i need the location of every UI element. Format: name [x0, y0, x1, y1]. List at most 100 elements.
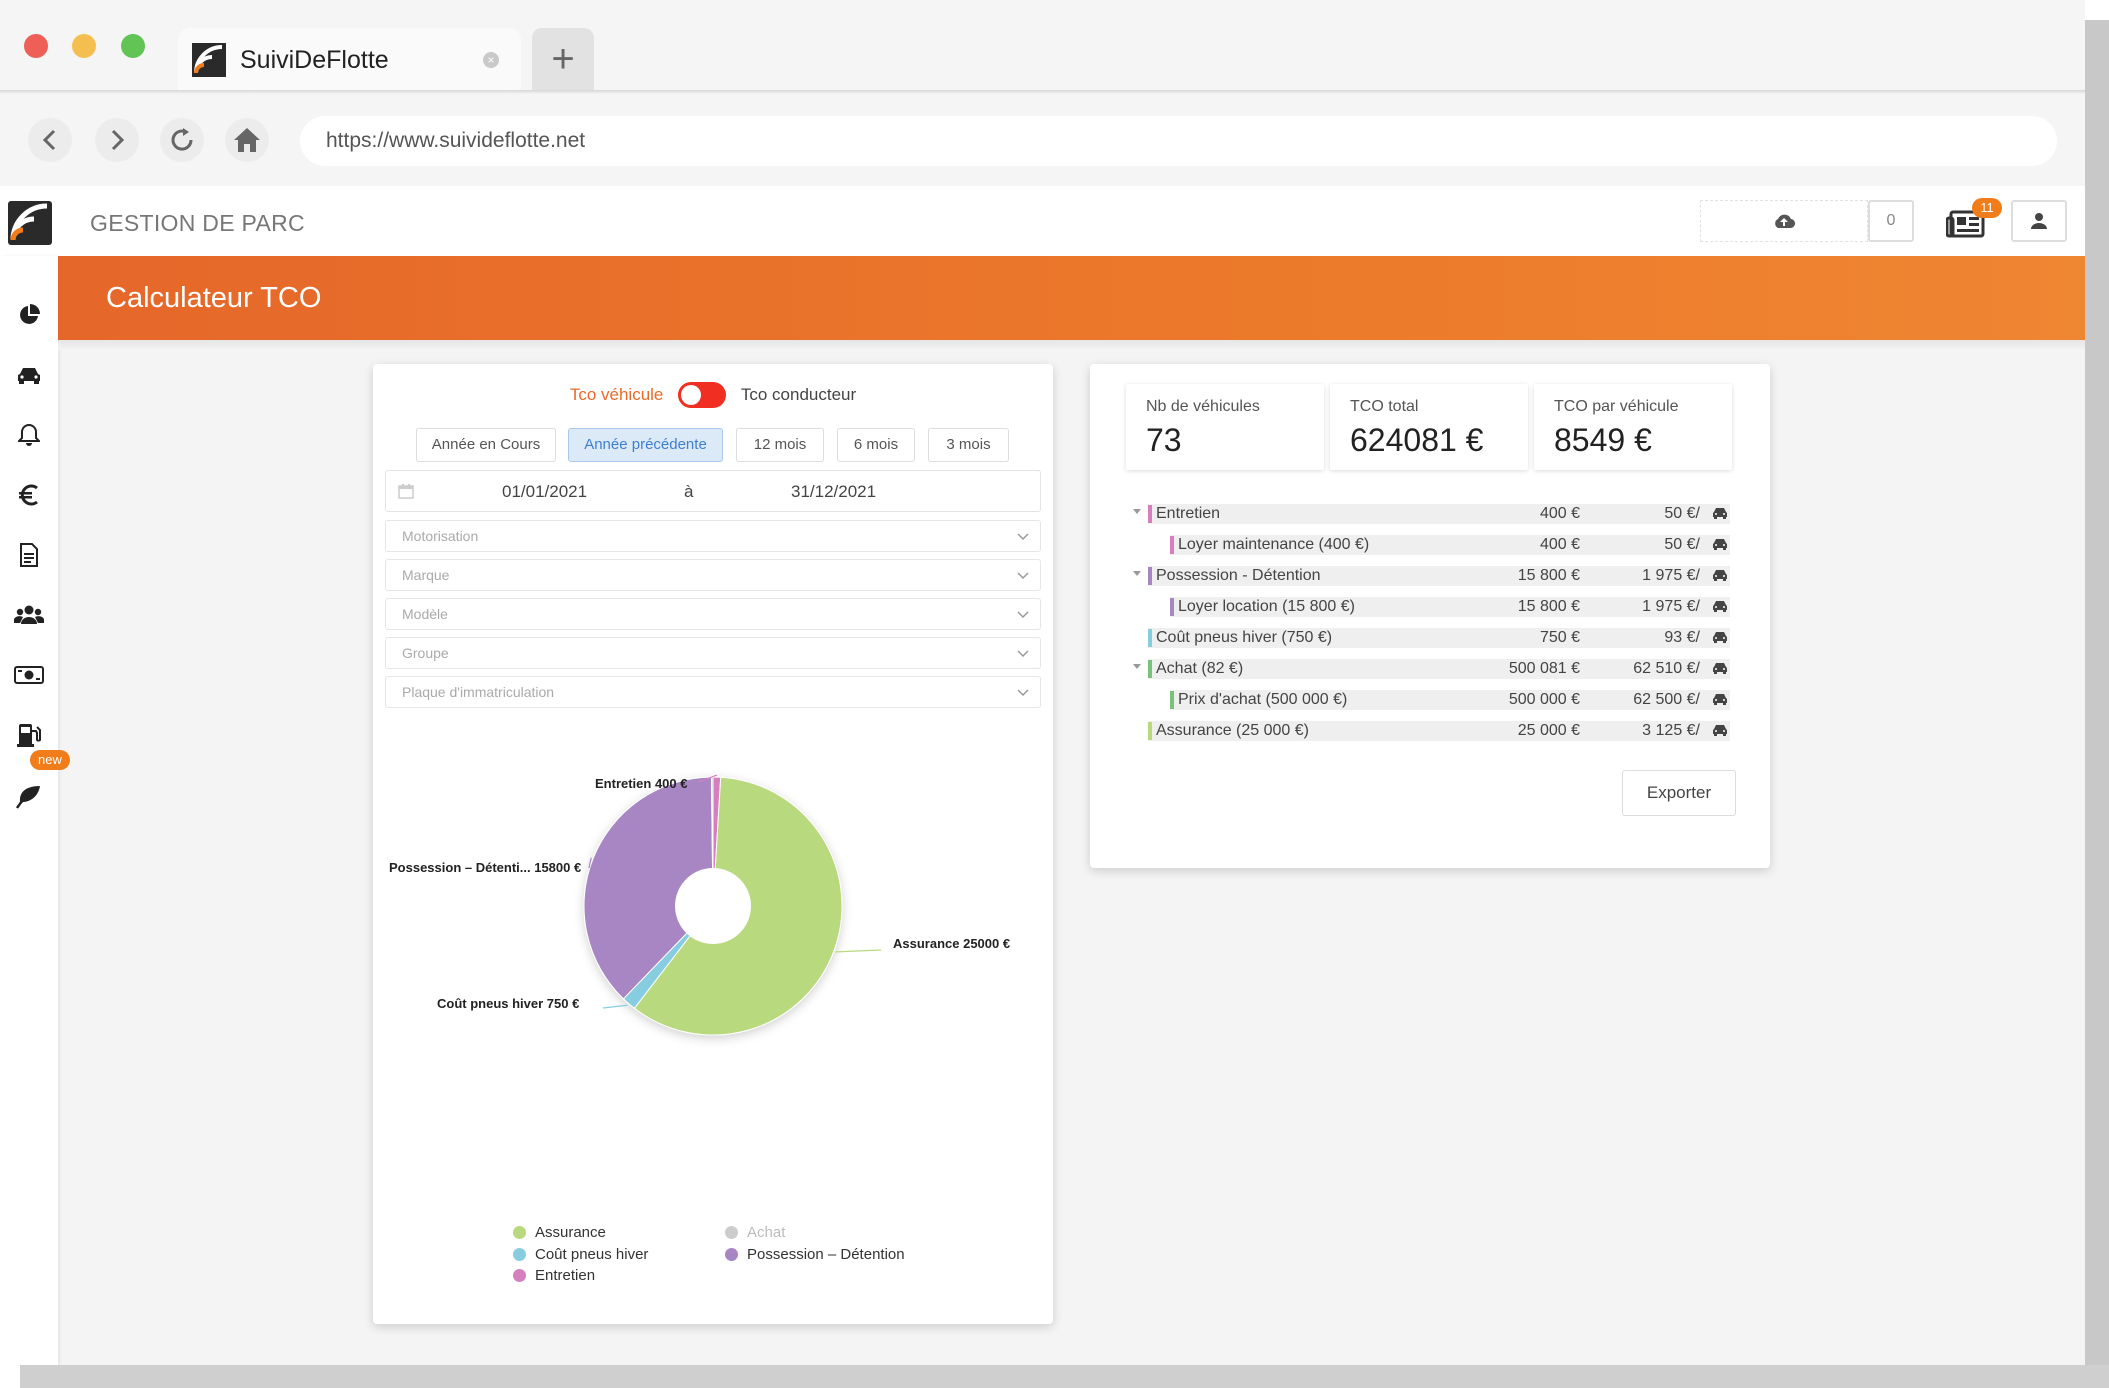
legend-label: Achat: [747, 1224, 786, 1241]
breakdown-row[interactable]: Entretien 400 € 50 €/: [1130, 498, 1730, 529]
kpi-vehicle-count: Nb de véhicules 73: [1126, 384, 1324, 470]
breakdown-label: Achat (82 €): [1156, 660, 1244, 677]
tco-mode-switch[interactable]: [678, 382, 727, 408]
plaque-select[interactable]: Plaque d'immatriculation: [385, 676, 1041, 708]
car-icon: [1713, 570, 1727, 581]
document-icon: [20, 543, 38, 567]
legend-item[interactable]: Achat: [725, 1224, 785, 1241]
browser-tab[interactable]: SuiviDeFlotte ×: [178, 28, 521, 92]
reload-button[interactable]: [160, 118, 204, 162]
forward-button[interactable]: [95, 118, 139, 162]
toggle-label-vehicle[interactable]: Tco véhicule: [570, 385, 664, 404]
legend-item[interactable]: Entretien: [513, 1267, 595, 1284]
car-icon: [1713, 694, 1727, 705]
caret-down-icon[interactable]: [1130, 566, 1144, 580]
period-12-months-button[interactable]: 12 mois: [736, 428, 824, 462]
date-to[interactable]: 31/12/2021: [791, 482, 876, 502]
cloud-upload-icon: [1775, 214, 1795, 229]
caret-down-icon[interactable]: [1130, 659, 1144, 673]
legend-dot: [725, 1226, 738, 1239]
address-bar[interactable]: https://www.suivideflotte.net: [300, 116, 2057, 166]
marque-select[interactable]: Marque: [385, 559, 1041, 591]
modele-select[interactable]: Modèle: [385, 598, 1041, 630]
breakdown-label: Entretien: [1156, 505, 1221, 522]
tco-mode-toggle: Tco véhicule Tco conducteur: [373, 382, 1053, 408]
toggle-label-driver[interactable]: Tco conducteur: [741, 385, 856, 404]
euro-icon: [19, 484, 38, 506]
breakdown-row[interactable]: Possession - Détention 15 800 € 1 975 €/: [1130, 560, 1730, 591]
app-logo-icon[interactable]: [8, 201, 52, 245]
home-button[interactable]: [225, 118, 269, 162]
marque-select-placeholder: Marque: [402, 567, 450, 583]
sidebar-item-eco[interactable]: [14, 782, 44, 812]
legend-item[interactable]: Coût pneus hiver: [513, 1246, 648, 1263]
user-menu-button[interactable]: [2011, 200, 2067, 242]
switch-knob: [681, 385, 702, 405]
period-6-months-button[interactable]: 6 mois: [837, 428, 915, 462]
sidebar-item-expenses[interactable]: [14, 660, 44, 690]
groupe-select[interactable]: Groupe: [385, 637, 1041, 669]
period-previous-year-button[interactable]: Année précédente: [568, 428, 723, 462]
page-banner: Calculateur TCO: [58, 256, 2085, 340]
breakdown-per-vehicle: 50 €/: [1664, 505, 1700, 522]
chevron-down-icon: [1017, 572, 1029, 580]
motorisation-select[interactable]: Motorisation: [385, 520, 1041, 552]
category-color-bar: [1148, 722, 1152, 740]
car-icon: [1713, 539, 1727, 550]
sidebar-item-dashboard[interactable]: [14, 300, 44, 330]
breakdown-label: Possession - Détention: [1156, 567, 1321, 584]
kpi-value: 624081 €: [1350, 422, 1484, 458]
tab-title: SuiviDeFlotte: [240, 45, 389, 74]
breakdown-total: 400 €: [1539, 536, 1580, 553]
groupe-select-placeholder: Groupe: [402, 645, 449, 661]
tab-close-icon[interactable]: ×: [483, 52, 499, 68]
browser-window: SuiviDeFlotte × + https://www.suivideflo…: [0, 0, 2085, 1365]
upload-count[interactable]: 0: [1868, 200, 1914, 242]
breakdown-per-vehicle: 3 125 €/: [1642, 722, 1700, 739]
breakdown-label: Coût pneus hiver (750 €): [1156, 629, 1333, 646]
sidebar-item-drivers[interactable]: [14, 600, 44, 630]
date-range-picker[interactable]: 01/01/2021 à 31/12/2021: [385, 470, 1041, 512]
date-separator: à: [684, 482, 694, 501]
breakdown-per-vehicle: 1 975 €/: [1642, 598, 1700, 615]
new-tab-button[interactable]: +: [532, 28, 594, 92]
window-shadow: [2085, 20, 2109, 1388]
breakdown-total: 15 800 €: [1517, 598, 1580, 615]
pie-center-hole: [675, 868, 751, 944]
tco-summary-card: Nb de véhicules 73 TCO total 624081 € TC…: [1090, 364, 1770, 868]
money-icon: [14, 666, 44, 684]
back-button[interactable]: [28, 118, 72, 162]
category-color-bar: [1170, 536, 1174, 554]
minimize-window-button[interactable]: [72, 34, 96, 58]
breakdown-total: 750 €: [1539, 629, 1580, 646]
plaque-select-placeholder: Plaque d'immatriculation: [402, 684, 555, 700]
period-current-year-button[interactable]: Année en Cours: [416, 428, 556, 462]
breakdown-per-vehicle: 50 €/: [1664, 536, 1700, 553]
legend-item[interactable]: Assurance: [513, 1224, 606, 1241]
chevron-down-icon: [1017, 533, 1029, 541]
sidebar-item-fuel[interactable]: [14, 720, 44, 750]
chevron-left-icon: [42, 129, 56, 151]
sidebar-item-vehicles[interactable]: [14, 360, 44, 390]
sidebar-item-alerts[interactable]: [14, 420, 44, 450]
car-icon: [1713, 601, 1727, 612]
sidebar-item-costs[interactable]: [14, 480, 44, 510]
legend-item[interactable]: Possession – Détention: [725, 1246, 905, 1263]
sidebar-item-documents[interactable]: [14, 540, 44, 570]
breakdown-row[interactable]: Achat (82 €) 500 081 € 62 510 €/: [1130, 653, 1730, 684]
close-window-button[interactable]: [24, 34, 48, 58]
period-3-months-button[interactable]: 3 mois: [928, 428, 1009, 462]
chevron-down-icon: [1017, 650, 1029, 658]
breakdown-per-vehicle: 93 €/: [1664, 629, 1700, 646]
breakdown-row: Loyer maintenance (400 €) 400 € 50 €/: [1130, 529, 1730, 560]
maximize-window-button[interactable]: [121, 34, 145, 58]
category-color-bar: [1148, 567, 1152, 585]
pie-data-label: Coût pneus hiver 750 €: [437, 996, 579, 1011]
date-from[interactable]: 01/01/2021: [502, 482, 587, 502]
calendar-icon: [398, 484, 414, 499]
tco-pie-chart: Entretien 400 € Assurance 25000 € Coût pne…: [373, 744, 1053, 1084]
caret-down-icon[interactable]: [1130, 504, 1144, 518]
app-title: GESTION DE PARC: [90, 210, 305, 236]
export-button[interactable]: Exporter: [1622, 770, 1736, 816]
upload-area[interactable]: [1700, 200, 1868, 242]
